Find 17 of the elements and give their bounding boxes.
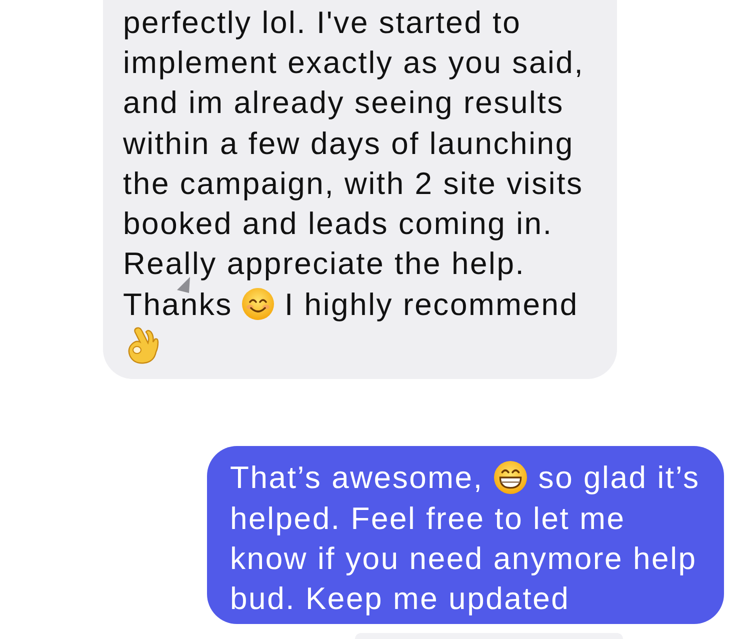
message-text: know if you need anymore help: [230, 542, 697, 574]
message-text: That’s awesome,: [230, 462, 484, 494]
grinning-face-icon: [494, 461, 528, 494]
message-text: booked and leads coming in.: [123, 208, 553, 240]
message-text: I highly recommend: [284, 288, 578, 320]
message-text: Thanks: [123, 288, 232, 320]
message-text: within a few days of launching: [123, 128, 574, 159]
message-text: and im already seeing results: [123, 87, 564, 118]
message-text: implement exactly as you said,: [123, 46, 584, 78]
message-text: the campaign, with 2 site visits: [123, 168, 584, 199]
message-text: bud. Keep me updated: [230, 583, 570, 614]
smiling-face-icon: [242, 288, 274, 320]
message-text: helped. Feel free to let me: [230, 502, 626, 534]
message-text: perfectly lol. I've started to: [123, 6, 522, 38]
ok-hand-icon: [127, 326, 160, 364]
message-text: Really appreciate the help.: [123, 248, 526, 280]
message-text: so glad it’s: [538, 462, 700, 494]
